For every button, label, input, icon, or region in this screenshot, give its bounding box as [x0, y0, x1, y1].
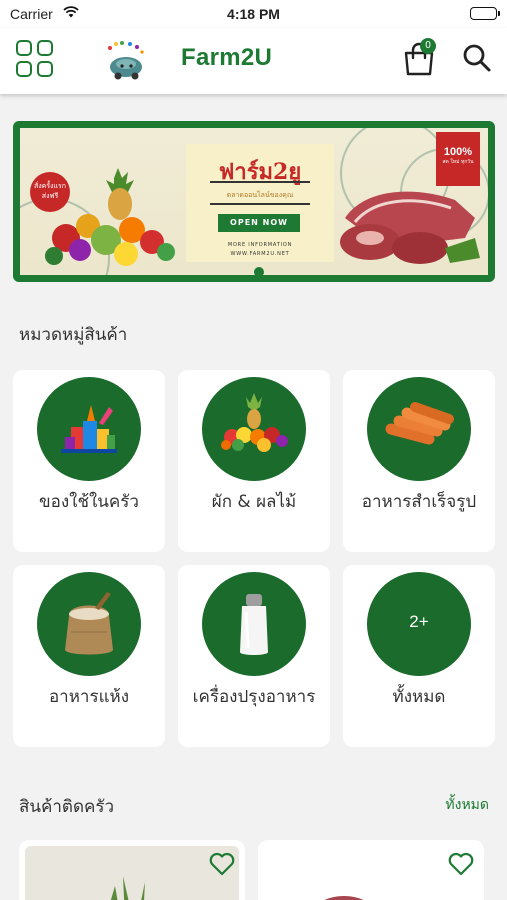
- fresh-caption: สด ใหม่ ทุกวัน: [442, 159, 474, 165]
- promo-banner[interactable]: ฟาร์ม2ยู ตลาดออนไลน์ของคุณ OPEN NOW MORE…: [13, 121, 495, 282]
- sausage-icon: [367, 377, 471, 481]
- category-card-seasoning[interactable]: เครื่องปรุงอาหาร: [178, 565, 330, 747]
- status-bar: Carrier 4:18 PM: [0, 0, 507, 28]
- product-image: [25, 846, 239, 900]
- see-all-link[interactable]: ทั้งหมด: [445, 794, 489, 816]
- banner-subtitle: ตลาดออนไลน์ของคุณ: [226, 191, 294, 199]
- products-heading: สินค้าติดครัว: [19, 797, 115, 817]
- product-card[interactable]: [258, 840, 484, 900]
- search-icon[interactable]: [462, 43, 492, 73]
- category-card-dry-food[interactable]: อาหารแห้ง: [13, 565, 165, 747]
- meat-illustration: [340, 191, 480, 264]
- more-count: 2+: [409, 612, 429, 631]
- app-title: Farm2U: [181, 44, 273, 71]
- category-label: อาหารแห้ง: [48, 687, 130, 707]
- category-label: ของใช้ในครัว: [39, 492, 139, 512]
- more-categories-circle: 2+: [367, 572, 471, 676]
- battery-icon: [470, 7, 500, 20]
- grain-sack-icon: [37, 572, 141, 676]
- product-image: [264, 846, 478, 900]
- category-card-ready-meal[interactable]: อาหารสำเร็จรูป: [343, 370, 495, 552]
- open-now-button[interactable]: OPEN NOW: [218, 214, 300, 232]
- kitchen-supplies-icon: [37, 377, 141, 481]
- carousel-indicator[interactable]: [254, 267, 264, 275]
- more-info-label: MORE INFORMATION: [227, 242, 293, 248]
- cart-count-badge: 0: [420, 38, 436, 54]
- category-label: อาหารสำเร็จรูป: [361, 492, 477, 512]
- category-card-produce[interactable]: ผัก & ผลไม้: [178, 370, 330, 552]
- category-label: เครื่องปรุงอาหาร: [192, 687, 316, 707]
- clock: 4:18 PM: [227, 6, 280, 22]
- menu-grid-icon[interactable]: [16, 40, 54, 78]
- salt-shaker-icon: [202, 572, 306, 676]
- heart-icon[interactable]: [448, 852, 474, 876]
- product-card[interactable]: [19, 840, 245, 900]
- category-card-kitchen[interactable]: ของใช้ในครัว: [13, 370, 165, 552]
- fresh-badge: 100% สด ใหม่ ทุกวัน: [436, 132, 480, 186]
- category-card-all[interactable]: 2+ ทั้งหมด: [343, 565, 495, 747]
- farm-logo-icon: [104, 40, 146, 80]
- banner-more-info: MORE INFORMATION WWW.FARM2U.NET: [186, 241, 334, 259]
- free-shipping-badge: สั่งครั้งแรก ส่งฟรี: [30, 172, 70, 212]
- heart-icon[interactable]: [209, 852, 235, 876]
- website-label: WWW.FARM2U.NET: [230, 251, 290, 257]
- categories-heading: หมวดหมู่สินค้า: [19, 325, 128, 345]
- category-label: ผัก & ผลไม้: [211, 492, 297, 512]
- fruits-vegetables-icon: [202, 377, 306, 481]
- app-header: Farm2U 0: [0, 28, 507, 94]
- banner-title: ฟาร์ม2ยู: [218, 159, 302, 185]
- fresh-percent: 100%: [443, 146, 473, 158]
- category-label: ทั้งหมด: [392, 687, 446, 707]
